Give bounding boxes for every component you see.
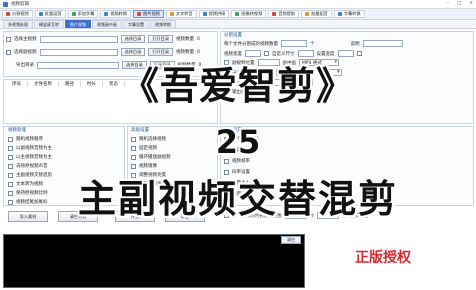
open-dir-button[interactable]: 打开目录 — [148, 35, 174, 43]
note-input[interactable] — [362, 40, 403, 47]
app-icon — [3, 1, 8, 7]
toolbar-item[interactable]: 视频拼接 — [198, 10, 230, 18]
convert-icon — [104, 12, 109, 16]
license-label: 正版授权 — [355, 250, 411, 266]
tab-convert[interactable]: 视频转换 — [150, 20, 176, 28]
toolbar-item[interactable]: 音频提取 — [268, 10, 300, 18]
window-controls: – □ × — [447, 1, 473, 6]
tab-pip[interactable]: 视频画中画 — [92, 20, 122, 28]
tab-subtitle[interactable]: 字幕设置 — [123, 20, 149, 28]
toolbar-item[interactable]: 添加字幕 — [67, 10, 99, 18]
dub-icon — [305, 12, 310, 16]
toolbar-item[interactable]: 批量混剪 — [34, 10, 66, 18]
settings-row-1: 每个文件分割成的视频数量 个 说明 — [224, 40, 403, 47]
settings-title: 分割设置 — [224, 33, 242, 38]
image-video-icon — [137, 12, 142, 16]
toolbar-item[interactable]: 分割视频 — [2, 10, 33, 18]
minimize-icon[interactable]: – — [447, 1, 449, 6]
tab-strip: 多视频处理 横竖屏互转 图片视频 视频画中画 字幕设置 视频转换 — [0, 20, 476, 29]
title-bar: 视频剪辑 – □ × — [0, 0, 476, 9]
main-video-path-input[interactable] — [39, 35, 118, 43]
close-icon[interactable]: × — [469, 1, 473, 6]
toolbar-item[interactable]: 文字转音 — [165, 10, 197, 18]
subtitle-icon — [71, 12, 76, 16]
toolbar-item[interactable]: 图片视频 — [133, 10, 164, 18]
overlay-title: 《吾爱智剪》 — [120, 63, 355, 108]
split-count-input[interactable] — [281, 40, 307, 47]
clear-log-button[interactable]: 清空 — [281, 236, 301, 244]
split-icon — [6, 12, 10, 16]
concat-icon — [202, 12, 207, 16]
mix-icon — [38, 12, 43, 16]
log-console[interactable] — [3, 234, 305, 288]
photo-icon — [235, 12, 240, 16]
audio-icon — [272, 12, 277, 16]
select-dir-button[interactable]: 选择目录 — [120, 35, 146, 43]
toolbar-item[interactable]: 批量配音 — [301, 10, 332, 18]
tab-orientation[interactable]: 横竖屏互转 — [34, 20, 64, 28]
maximize-icon[interactable]: □ — [457, 1, 461, 6]
sub-video-checkbox[interactable] — [6, 49, 11, 55]
window-title: 视频剪辑 — [11, 2, 29, 7]
toolbar-item[interactable]: 字幕转换 — [333, 10, 365, 18]
main-toolbar: 分割视频 批量混剪 添加字幕 视频转换 图片视频 文字转音 视频拼接 图像转视频… — [0, 9, 476, 20]
tab-multi-video[interactable]: 多视频处理 — [3, 20, 33, 28]
caption-icon — [337, 12, 342, 16]
overlay-subtitle: 主副视频交替混剪 — [77, 176, 398, 221]
overlay-episode: 25 — [215, 123, 261, 161]
toolbar-item[interactable]: 视频转换 — [100, 10, 132, 18]
main-video-checkbox[interactable] — [6, 36, 11, 42]
tts-icon — [169, 12, 174, 16]
toolbar-item[interactable]: 图像转视频 — [231, 10, 267, 18]
main-video-row: 选择主视频 选择目录 打开目录 视频数量 0 — [6, 35, 200, 43]
tab-image-video[interactable]: 图片视频 — [65, 20, 91, 28]
